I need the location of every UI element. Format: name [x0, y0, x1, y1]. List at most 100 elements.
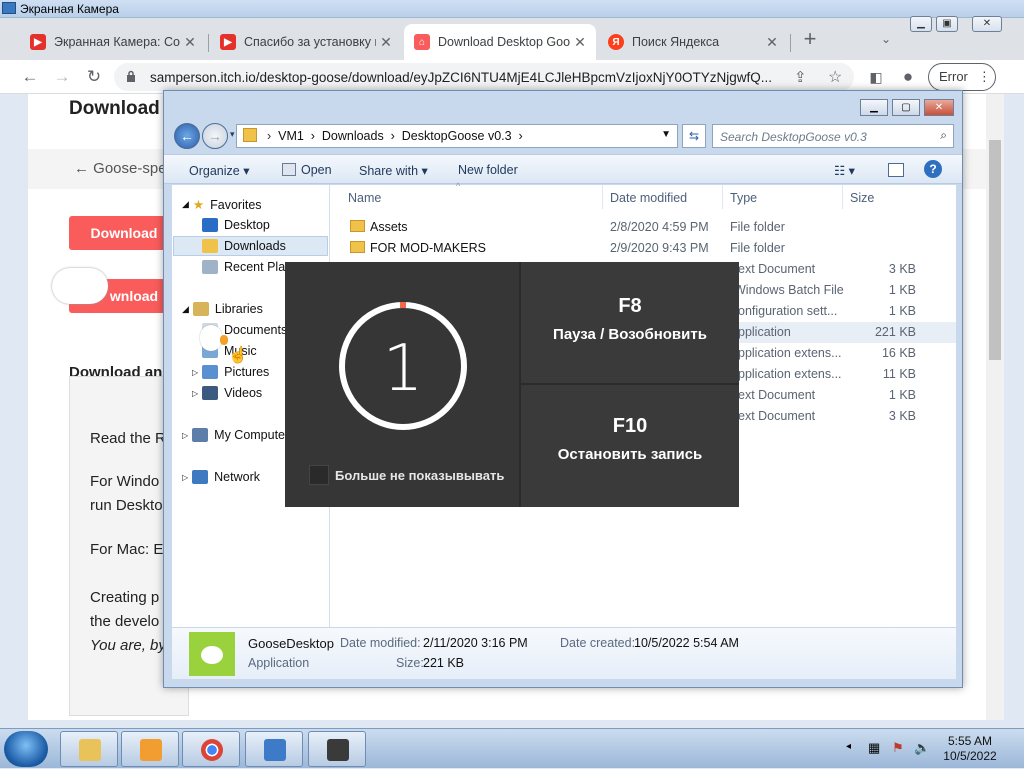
reload-icon[interactable]: ↻: [82, 65, 106, 89]
help-icon[interactable]: ?: [924, 160, 942, 178]
taskbar-screen-camera[interactable]: [308, 731, 366, 767]
forward-arrow-icon[interactable]: →: [50, 65, 74, 89]
paragraph-windows: For Windo: [90, 473, 160, 490]
tab-ekrannaya-kamera[interactable]: ▶ Экранная Камера: Софт ✕: [20, 24, 206, 60]
dont-show-again-checkbox[interactable]: Больше не показывывать: [309, 465, 504, 485]
size-value: 221 KB: [423, 656, 465, 670]
tab-close-icon[interactable]: ✕: [762, 34, 782, 51]
nav-my-computer[interactable]: ▷ My Computer: [182, 428, 289, 442]
file-type: Windows Batch File: [734, 283, 844, 297]
forward-arrow-icon[interactable]: →: [202, 123, 228, 149]
recent-pages-chevron-icon[interactable]: ▾: [230, 129, 235, 140]
nav-desktop[interactable]: Desktop: [202, 218, 270, 232]
dont-show-again-label: Больше не показывывать: [335, 467, 505, 483]
tab-thanks-install[interactable]: ▶ Спасибо за установку п ✕: [210, 24, 402, 60]
tab-download-desktop-goose[interactable]: ⌂ Download Desktop Goose ✕: [404, 24, 596, 60]
minimize-button[interactable]: ▁: [910, 16, 932, 32]
hand-cursor-icon: ☝: [228, 347, 248, 364]
browser-toolbar: ← → ↻ samperson.itch.io/desktop-goose/do…: [0, 60, 1024, 94]
bookmark-star-icon[interactable]: ☆: [828, 67, 842, 87]
organize-button[interactable]: Organize ▾: [189, 163, 249, 178]
page-title: Download: [69, 98, 160, 119]
explorer-close-button[interactable]: ✕: [924, 99, 954, 116]
tab-close-icon[interactable]: ✕: [376, 34, 396, 51]
address-bar[interactable]: samperson.itch.io/desktop-goose/download…: [114, 63, 854, 91]
explorer-minimize-button[interactable]: ▁: [860, 99, 888, 116]
explorer-maximize-button[interactable]: ▢: [892, 99, 920, 116]
column-size[interactable]: Size: [850, 191, 874, 205]
start-button[interactable]: [4, 731, 48, 767]
restore-button[interactable]: ▣: [936, 16, 958, 32]
taskbar-remote-desktop[interactable]: [245, 731, 303, 767]
explorer-search-input[interactable]: Search DesktopGoose v0.3 ⌕: [712, 124, 954, 148]
file-row[interactable]: Assets 2/8/2020 4:59 PM File folder: [330, 217, 956, 238]
paragraph-windows-2: run Deskto: [90, 497, 163, 514]
refresh-icon[interactable]: ⇆: [682, 124, 706, 148]
side-panel-icon[interactable]: ◧: [864, 65, 888, 89]
tab-yandex-search[interactable]: Я Поиск Яндекса ✕: [598, 24, 788, 60]
share-icon[interactable]: ⇪: [794, 68, 807, 86]
view-options-icon[interactable]: ☷ ▾: [834, 163, 855, 178]
breadcrumb-desktopgoose[interactable]: DesktopGoose v0.3: [402, 129, 512, 143]
search-icon[interactable]: ⌕: [940, 128, 947, 143]
nav-favorites[interactable]: ◢ ★ Favorites: [182, 197, 262, 213]
browser-tab-strip: ▶ Экранная Камера: Софт ✕ ▶ Спасибо за у…: [0, 16, 1024, 60]
details-file-name: GooseDesktop: [248, 636, 334, 651]
nav-label: Desktop: [224, 218, 270, 232]
search-placeholder: Search DesktopGoose v0.3: [720, 130, 867, 144]
volume-icon[interactable]: 🔈: [914, 740, 930, 756]
nav-downloads[interactable]: Downloads: [173, 236, 328, 256]
scrollbar-thumb[interactable]: [989, 140, 1001, 360]
error-button[interactable]: Error ⋮: [928, 63, 996, 91]
explorer-address-bar[interactable]: › VM1 › Downloads › DesktopGoose v0.3 › …: [236, 124, 678, 148]
app-window-icon: [2, 2, 16, 14]
close-button[interactable]: ✕: [972, 16, 1002, 32]
tab-close-icon[interactable]: ✕: [180, 34, 200, 51]
nav-videos[interactable]: ▷ Videos: [192, 386, 262, 400]
recent-places-icon: [202, 260, 218, 274]
share-with-button[interactable]: Share with ▾: [359, 163, 428, 178]
nav-label: Pictures: [224, 365, 270, 379]
file-name: Assets: [370, 220, 408, 234]
preview-pane-icon[interactable]: [888, 163, 904, 177]
folder-icon: [243, 128, 257, 142]
column-date[interactable]: Date modified: [610, 191, 687, 205]
show-hidden-icons[interactable]: ◂: [846, 741, 851, 752]
media-player-icon: [140, 739, 162, 761]
network-tray-icon[interactable]: ▦: [868, 740, 880, 756]
address-dropdown-icon[interactable]: ▼: [661, 129, 671, 140]
details-pane: GooseDesktop Application Date modified: …: [172, 627, 956, 679]
open-button[interactable]: Open: [301, 163, 332, 177]
tab-search-chevron-icon[interactable]: ⌄: [874, 27, 898, 51]
checkbox-box[interactable]: [309, 465, 329, 485]
breadcrumb-vm1[interactable]: VM1: [278, 129, 304, 143]
nav-label: Favorites: [210, 197, 262, 212]
new-folder-button[interactable]: New folder: [458, 163, 518, 177]
taskbar-clock[interactable]: 5:55 AM 10/5/2022: [940, 734, 1000, 764]
libraries-icon: [192, 302, 209, 316]
yandex-icon: Я: [608, 34, 624, 50]
url-text: samperson.itch.io/desktop-goose/download…: [150, 70, 772, 85]
size-label: Size:: [396, 656, 424, 670]
nav-pictures[interactable]: ▷ Pictures: [192, 365, 269, 379]
nav-libraries[interactable]: ◢ Libraries: [182, 302, 263, 316]
nav-network[interactable]: ▷ Network: [182, 470, 260, 484]
breadcrumb-downloads[interactable]: Downloads: [322, 129, 384, 143]
column-type[interactable]: Type: [730, 191, 757, 205]
file-row[interactable]: FOR MOD-MAKERS 2/9/2020 9:43 PM File fol…: [330, 238, 956, 259]
system-tray: ◂ ▦ ⚑ 🔈 5:55 AM 10/5/2022: [842, 729, 1024, 769]
page-scrollbar[interactable]: [986, 94, 1004, 720]
back-link[interactable]: ← Goose-spe: [74, 160, 167, 177]
back-arrow-icon[interactable]: ←: [18, 65, 42, 89]
file-type: File folder: [730, 220, 785, 234]
action-center-icon[interactable]: ⚑: [892, 740, 904, 756]
back-arrow-icon[interactable]: ←: [174, 123, 200, 149]
paragraph-you-are: You are, by: [90, 637, 166, 654]
taskbar-explorer[interactable]: [60, 731, 118, 767]
taskbar-chrome[interactable]: [182, 731, 240, 767]
new-tab-button[interactable]: +: [798, 27, 822, 51]
column-name[interactable]: Name: [348, 191, 381, 205]
taskbar-media-player[interactable]: [121, 731, 179, 767]
profile-avatar-icon[interactable]: ●: [896, 65, 920, 89]
tab-close-icon[interactable]: ✕: [570, 34, 590, 51]
